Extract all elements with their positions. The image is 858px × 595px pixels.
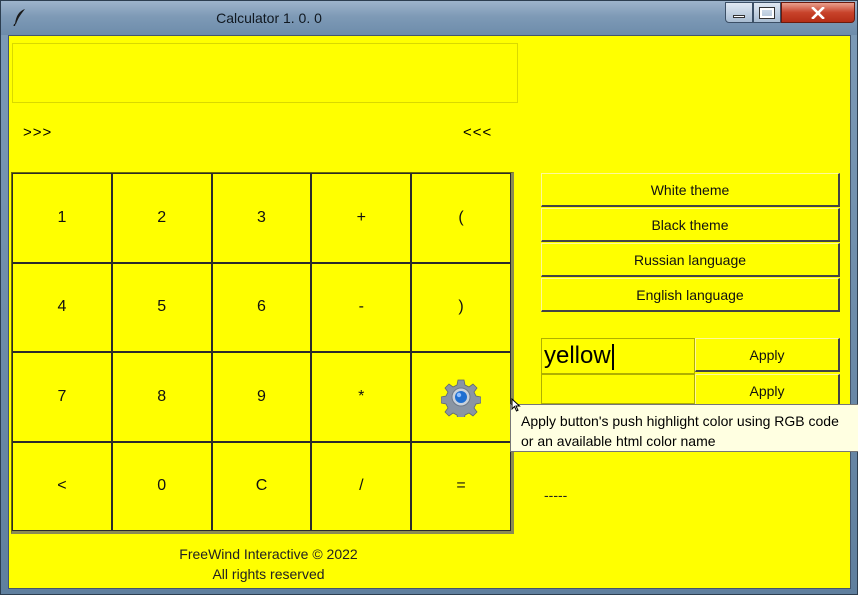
maximize-button[interactable] (753, 2, 781, 23)
key-close-paren[interactable]: ) (411, 262, 511, 352)
calculator-window: Calculator 1. 0. 0 >>> <<< 1 2 3 + ( 4 5… (0, 0, 858, 595)
settings-button[interactable] (411, 352, 511, 442)
key-7[interactable]: 7 (12, 352, 112, 442)
key-backspace[interactable]: < (12, 441, 112, 531)
key-plus[interactable]: + (311, 173, 412, 263)
key-8[interactable]: 8 (111, 352, 212, 442)
apply-second-button[interactable]: Apply (695, 374, 840, 408)
gear-icon (441, 379, 482, 417)
title-bar[interactable]: Calculator 1. 0. 0 (1, 1, 857, 35)
client-area: >>> <<< 1 2 3 + ( 4 5 6 - ) 7 8 9 * < 0 … (8, 35, 851, 589)
key-0[interactable]: 0 (111, 441, 212, 531)
tooltip: Apply button's push highlight color usin… (510, 404, 858, 452)
tooltip-line-2: or an available html color name (521, 433, 716, 449)
text-caret (611, 343, 614, 370)
key-equals[interactable]: = (411, 441, 511, 531)
footer-rights: All rights reserved (212, 566, 325, 582)
key-9[interactable]: 9 (211, 352, 312, 442)
close-button[interactable] (781, 2, 855, 23)
key-6[interactable]: 6 (211, 262, 312, 352)
white-theme-button[interactable]: White theme (541, 173, 840, 207)
key-2[interactable]: 2 (111, 173, 212, 263)
history-back-button[interactable]: <<< (463, 124, 492, 141)
russian-language-button[interactable]: Russian language (541, 243, 840, 277)
footer: FreeWind Interactive © 2022 All rights r… (9, 544, 528, 584)
close-icon (811, 6, 825, 19)
second-color-input[interactable] (541, 374, 695, 404)
english-language-button[interactable]: English language (541, 278, 840, 312)
key-open-paren[interactable]: ( (411, 173, 511, 263)
status-text: ----- (544, 487, 568, 503)
key-1[interactable]: 1 (12, 173, 112, 263)
maximize-icon (759, 6, 775, 19)
history-forward-button[interactable]: >>> (23, 124, 52, 141)
highlight-color-input[interactable]: yellow (541, 338, 695, 374)
key-minus[interactable]: - (311, 262, 412, 352)
key-5[interactable]: 5 (111, 262, 212, 352)
calculator-display[interactable] (12, 43, 518, 103)
key-3[interactable]: 3 (211, 173, 312, 263)
tooltip-line-1: Apply button's push highlight color usin… (521, 413, 839, 429)
black-theme-button[interactable]: Black theme (541, 208, 840, 242)
highlight-color-value: yellow (544, 342, 611, 369)
key-multiply[interactable]: * (311, 352, 412, 442)
minimize-icon (733, 15, 745, 18)
footer-copyright: FreeWind Interactive © 2022 (179, 546, 358, 562)
minimize-button[interactable] (725, 2, 753, 23)
key-clear[interactable]: C (211, 441, 312, 531)
apply-highlight-button[interactable]: Apply (695, 338, 840, 372)
keypad: 1 2 3 + ( 4 5 6 - ) 7 8 9 * < 0 C / = (11, 172, 514, 534)
key-4[interactable]: 4 (12, 262, 112, 352)
key-divide[interactable]: / (311, 441, 412, 531)
window-title: Calculator 1. 0. 0 (216, 10, 322, 26)
mouse-cursor-icon (511, 398, 521, 412)
